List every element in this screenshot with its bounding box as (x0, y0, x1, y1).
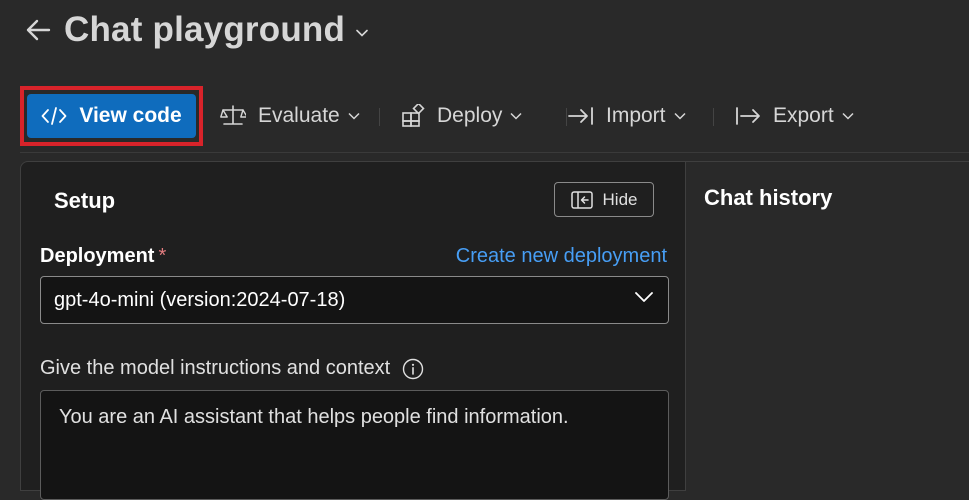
code-icon (41, 106, 67, 126)
deployment-label: Deployment * (40, 245, 166, 268)
hide-label: Hide (602, 189, 638, 209)
required-indicator: * (158, 245, 167, 267)
evaluate-button[interactable]: Evaluate (220, 94, 360, 138)
chevron-down-icon (510, 112, 522, 120)
export-arrow-icon (735, 106, 761, 126)
setup-panel: Setup Hide Deployment * Create new deploy… (20, 161, 686, 500)
import-arrow-icon (568, 106, 594, 126)
chevron-down-icon (673, 112, 686, 120)
deployment-label-text: Deployment (40, 245, 155, 267)
back-arrow-icon[interactable] (24, 16, 52, 44)
page-title: Chat playground (64, 10, 346, 49)
export-button[interactable]: Export (735, 94, 854, 138)
chevron-down-icon (348, 112, 360, 120)
chat-history-title: Chat history (704, 185, 833, 210)
deploy-label: Deploy (437, 104, 503, 127)
collapse-panel-icon (570, 190, 593, 209)
chevron-down-icon (634, 291, 654, 303)
chevron-down-icon[interactable] (355, 26, 369, 40)
evaluate-label: Evaluate (258, 104, 340, 127)
import-label: Import (606, 104, 666, 127)
view-code-label: View code (79, 104, 182, 127)
setup-title: Setup (54, 188, 116, 213)
toolbar-divider-line (20, 152, 969, 153)
export-label: Export (773, 104, 834, 127)
toolbar-divider (713, 108, 714, 126)
instructions-label: Give the model instructions and context (40, 357, 424, 380)
toolbar-divider (379, 108, 380, 126)
instructions-label-text: Give the model instructions and context (40, 357, 391, 379)
toolbar-divider (566, 108, 567, 126)
deploy-blocks-icon (401, 104, 425, 128)
view-code-button[interactable]: View code (27, 94, 196, 138)
deployment-select-value: gpt-4o-mini (version:2024-07-18) (54, 288, 346, 311)
chevron-down-icon (842, 112, 854, 120)
chat-history-panel: Chat history (686, 161, 969, 491)
instructions-textarea[interactable]: You are an AI assistant that helps peopl… (40, 390, 669, 500)
page-header: Chat playground (24, 8, 369, 52)
create-deployment-link[interactable]: Create new deployment (456, 245, 667, 268)
deploy-button[interactable]: Deploy (401, 94, 522, 138)
hide-button[interactable]: Hide (554, 182, 654, 217)
scale-icon (220, 104, 246, 128)
import-button[interactable]: Import (568, 94, 686, 138)
info-icon[interactable] (402, 358, 424, 380)
toolbar: View code Evaluate Deploy Import Export (20, 86, 969, 146)
deployment-select[interactable]: gpt-4o-mini (version:2024-07-18) (40, 276, 669, 324)
